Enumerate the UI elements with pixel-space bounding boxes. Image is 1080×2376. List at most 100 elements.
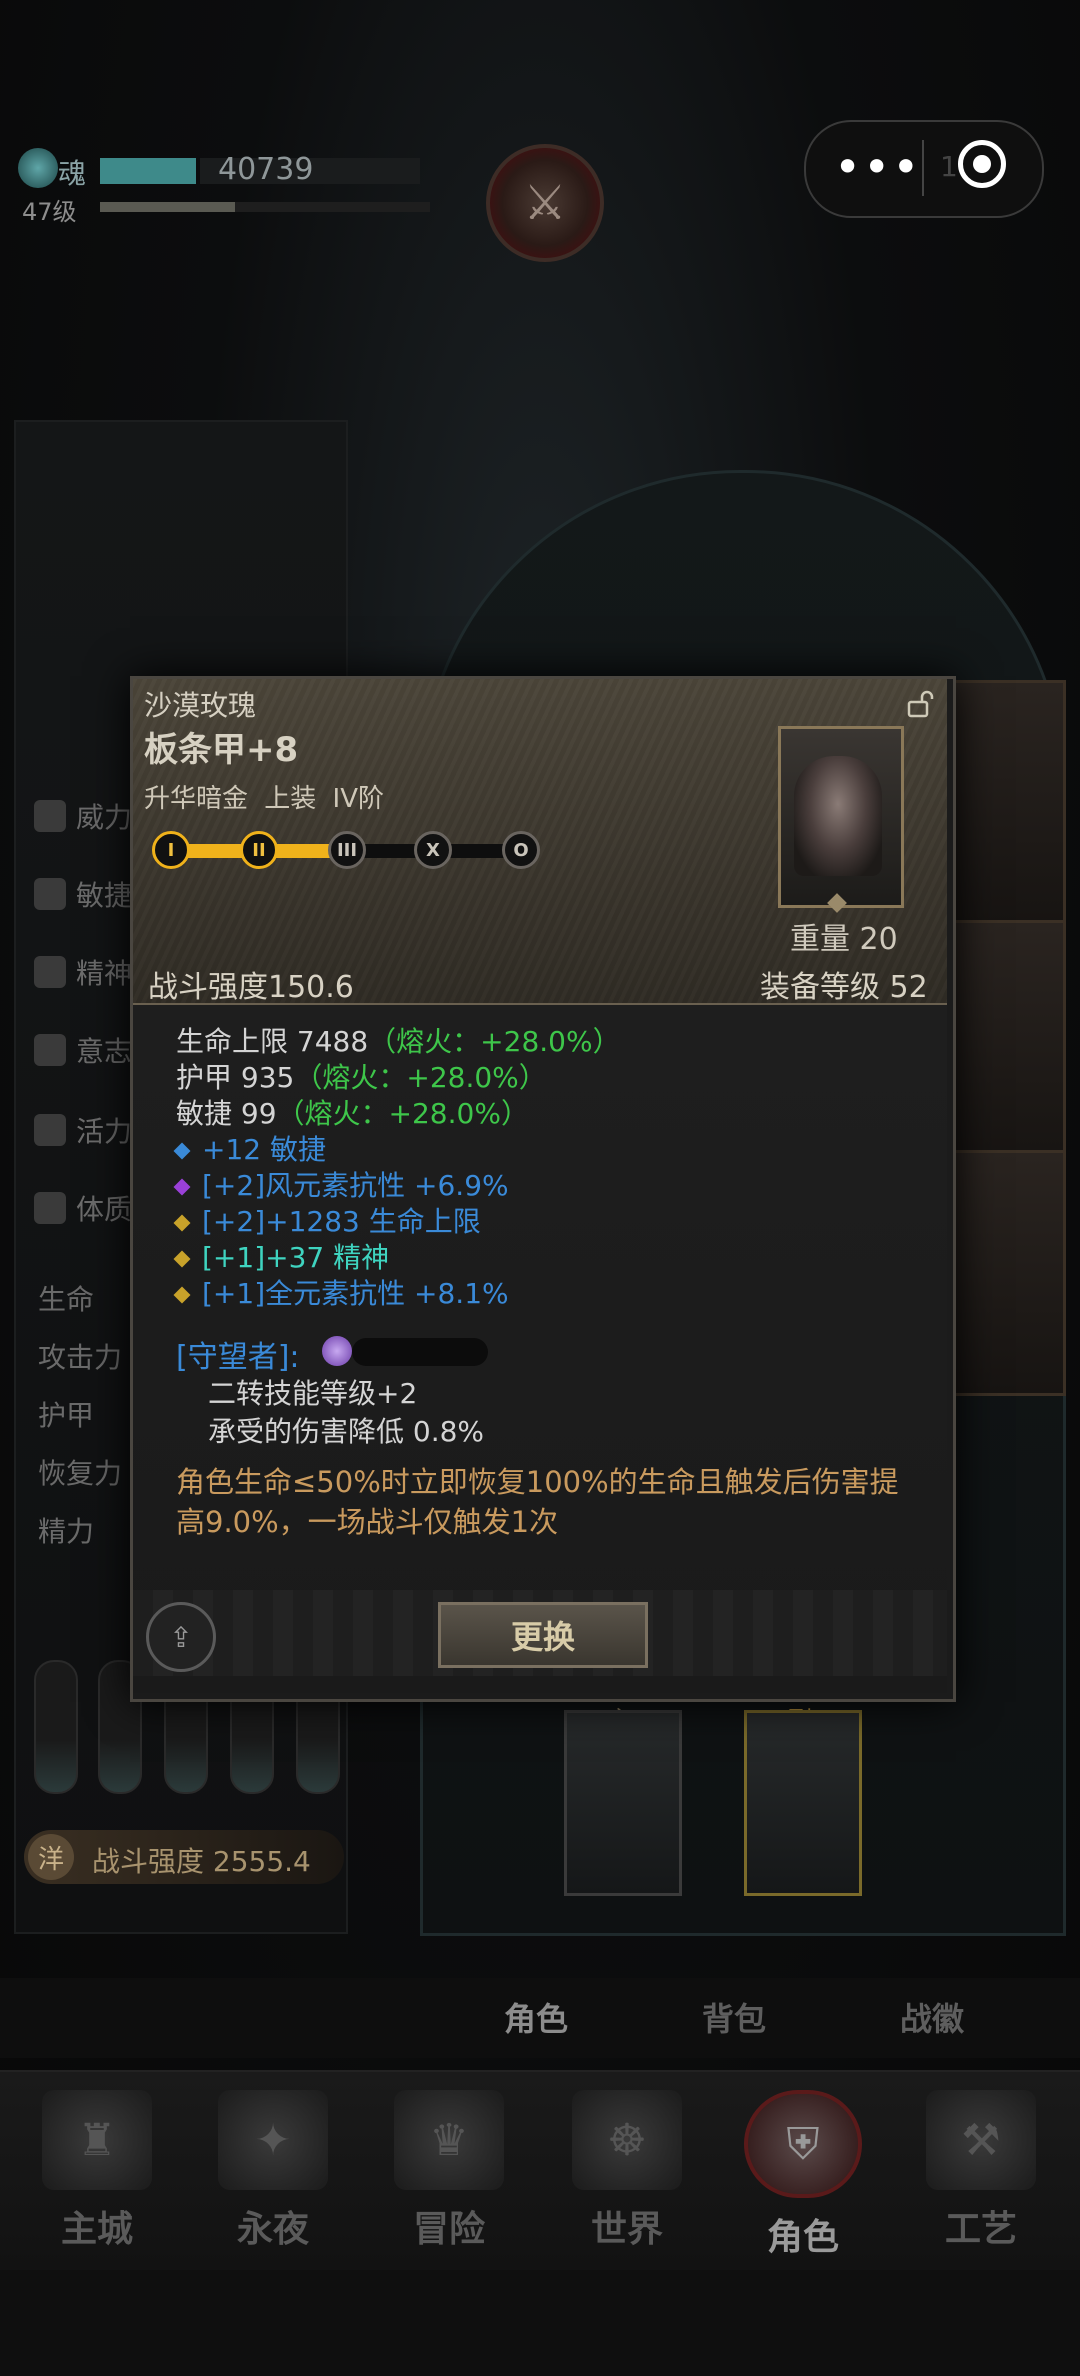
share-button[interactable]: ⇪ xyxy=(146,1602,216,1672)
base-stat-label: 生命上限 7488 xyxy=(176,1025,369,1058)
off-hand-slot[interactable] xyxy=(744,1710,862,1896)
potion-vial xyxy=(34,1660,78,1794)
base-stat-bonus: （熔火：+28.0%） xyxy=(294,1061,547,1094)
soul-bar xyxy=(100,158,196,184)
guardian-title: [守望者]: xyxy=(176,1340,300,1375)
capsule-divider xyxy=(922,140,924,196)
affix-row: +12 敏捷 xyxy=(173,1128,326,1168)
wheel-icon: ☸ xyxy=(572,2090,682,2190)
affix-text: +1283 生命上限 xyxy=(265,1205,481,1238)
close-target-icon[interactable] xyxy=(958,140,1006,188)
nav-main-city[interactable]: ♜ 主城 xyxy=(22,2090,172,2250)
attribute-row: 敏捷 xyxy=(34,874,132,914)
main-hand-slot[interactable] xyxy=(564,1710,682,1896)
crest-icon: ✦ xyxy=(218,2090,328,2190)
total-power-text: 战斗强度 2555.4 xyxy=(92,1845,311,1878)
heart-icon xyxy=(34,1114,66,1146)
base-stat-row: 敏捷 99（熔火：+28.0%） xyxy=(176,1092,529,1132)
exp-bar xyxy=(100,202,236,212)
capsule-peek-text: 1 xyxy=(940,150,958,183)
helm-crown-icon: ♛ xyxy=(394,2090,504,2190)
equipment-slot[interactable] xyxy=(940,920,1066,1166)
nav-craft[interactable]: ⚒ 工艺 xyxy=(906,2090,1056,2250)
affix-text: 全元素抗性 +8.1% xyxy=(265,1277,509,1310)
bottom-safe-area xyxy=(0,2270,1080,2376)
set-description: 角色生命≤50%时立即恢复100%的生命且触发后伤害提高9.0%，一场战斗仅触发… xyxy=(176,1465,899,1539)
affix-prefix: [+2] xyxy=(202,1169,266,1202)
attribute-label: 威力 xyxy=(76,801,133,834)
fist-icon xyxy=(34,800,66,832)
attribute-label: 精神 xyxy=(76,957,133,990)
attribute-row: 精神 xyxy=(34,952,132,992)
purple-diamond-icon xyxy=(173,1178,191,1196)
gold-diamond-icon xyxy=(173,1250,191,1268)
derived-stat-label: 护甲 xyxy=(38,1399,95,1432)
tier-node: X xyxy=(414,831,452,869)
attribute-label: 体质 xyxy=(76,1193,133,1226)
item-name: 板条甲+8 xyxy=(144,730,299,770)
armor-icon xyxy=(794,756,882,876)
eye-icon xyxy=(34,1034,66,1066)
base-stat-bonus: （熔火：+28.0%） xyxy=(276,1097,529,1130)
item-tags: 升华暗金 上装 IV阶 xyxy=(144,784,384,814)
item-combat-power: 战斗强度150.6 xyxy=(148,970,354,1005)
attribute-label: 敏捷 xyxy=(76,879,133,912)
affix-prefix: [+2] xyxy=(202,1205,266,1238)
gem-icon xyxy=(322,1336,352,1366)
tab-backpack[interactable]: 背包 xyxy=(702,1994,766,2040)
attribute-label: 意志 xyxy=(76,1035,133,1068)
nav-label: 永夜 xyxy=(236,2209,309,2250)
nav-label: 世界 xyxy=(590,2209,663,2250)
nav-world[interactable]: ☸ 世界 xyxy=(552,2090,702,2250)
more-menu-button[interactable]: ••• xyxy=(834,140,921,194)
replace-button[interactable]: 更换 xyxy=(438,1602,648,1668)
affix-text: 风元素抗性 +6.9% xyxy=(265,1169,509,1202)
hidden-socket xyxy=(352,1338,488,1366)
soul-label: 魂 xyxy=(58,157,87,190)
attribute-row: 意志 xyxy=(34,1030,132,1070)
tier-node: O xyxy=(502,831,540,869)
derived-stat-label: 攻击力 xyxy=(38,1341,123,1374)
power-badge-icon: 洋 xyxy=(28,1834,74,1880)
tab-character[interactable]: 角色 xyxy=(504,1994,568,2040)
anvil-icon: ⚒ xyxy=(926,2090,1036,2190)
nav-label: 主城 xyxy=(60,2209,133,2250)
blue-diamond-icon xyxy=(173,1142,191,1160)
item-equip-level: 装备等级 52 xyxy=(760,970,928,1005)
tab-emblem[interactable]: 战徽 xyxy=(900,1994,964,2040)
brain-icon xyxy=(34,956,66,988)
affix-prefix: [+1] xyxy=(202,1241,266,1274)
guardian-effect: 承受的伤害降低 0.8% xyxy=(208,1415,485,1448)
attribute-row: 活力 xyxy=(34,1110,132,1150)
guardian-effect: 二转技能等级+2 xyxy=(208,1377,418,1410)
affix-row: [+1]全元素抗性 +8.1% xyxy=(173,1272,509,1312)
base-stat-label: 敏捷 99 xyxy=(176,1097,277,1130)
equipment-slot[interactable] xyxy=(940,1150,1066,1396)
base-stat-label: 护甲 935 xyxy=(176,1061,295,1094)
nav-label: 角色 xyxy=(766,2217,839,2258)
wing-icon xyxy=(34,878,66,910)
gold-diamond-icon xyxy=(173,1214,191,1232)
item-weight: 重量 20 xyxy=(790,922,898,957)
knight-helmet-icon: ⛨ xyxy=(744,2090,862,2198)
attribute-row: 威力 xyxy=(34,796,132,836)
axe-emblem-icon[interactable]: ⚔ xyxy=(486,144,604,262)
affix-row: [+2]风元素抗性 +6.9% xyxy=(173,1164,509,1204)
base-stat-row: 生命上限 7488（熔火：+28.0%） xyxy=(176,1020,621,1060)
nav-adventure[interactable]: ♛ 冒险 xyxy=(374,2090,524,2250)
unlock-icon[interactable] xyxy=(906,690,934,718)
equipment-slot[interactable] xyxy=(940,680,1066,926)
derived-stat-label: 精力 xyxy=(38,1515,95,1548)
soul-icon xyxy=(18,148,58,188)
affix-prefix: [+1] xyxy=(202,1277,266,1310)
castle-icon: ♜ xyxy=(42,2090,152,2190)
nav-label: 工艺 xyxy=(944,2209,1017,2250)
derived-stat-label: 恢复力 xyxy=(38,1457,123,1490)
player-level: 47级 xyxy=(22,198,77,226)
affix-text: +12 敏捷 xyxy=(202,1133,326,1166)
nav-label: 冒险 xyxy=(412,2209,485,2250)
nav-eternal-night[interactable]: ✦ 永夜 xyxy=(198,2090,348,2250)
nav-character[interactable]: ⛨ 角色 xyxy=(728,2090,878,2258)
tier-node: II xyxy=(240,831,278,869)
gold-diamond-icon xyxy=(173,1286,191,1304)
